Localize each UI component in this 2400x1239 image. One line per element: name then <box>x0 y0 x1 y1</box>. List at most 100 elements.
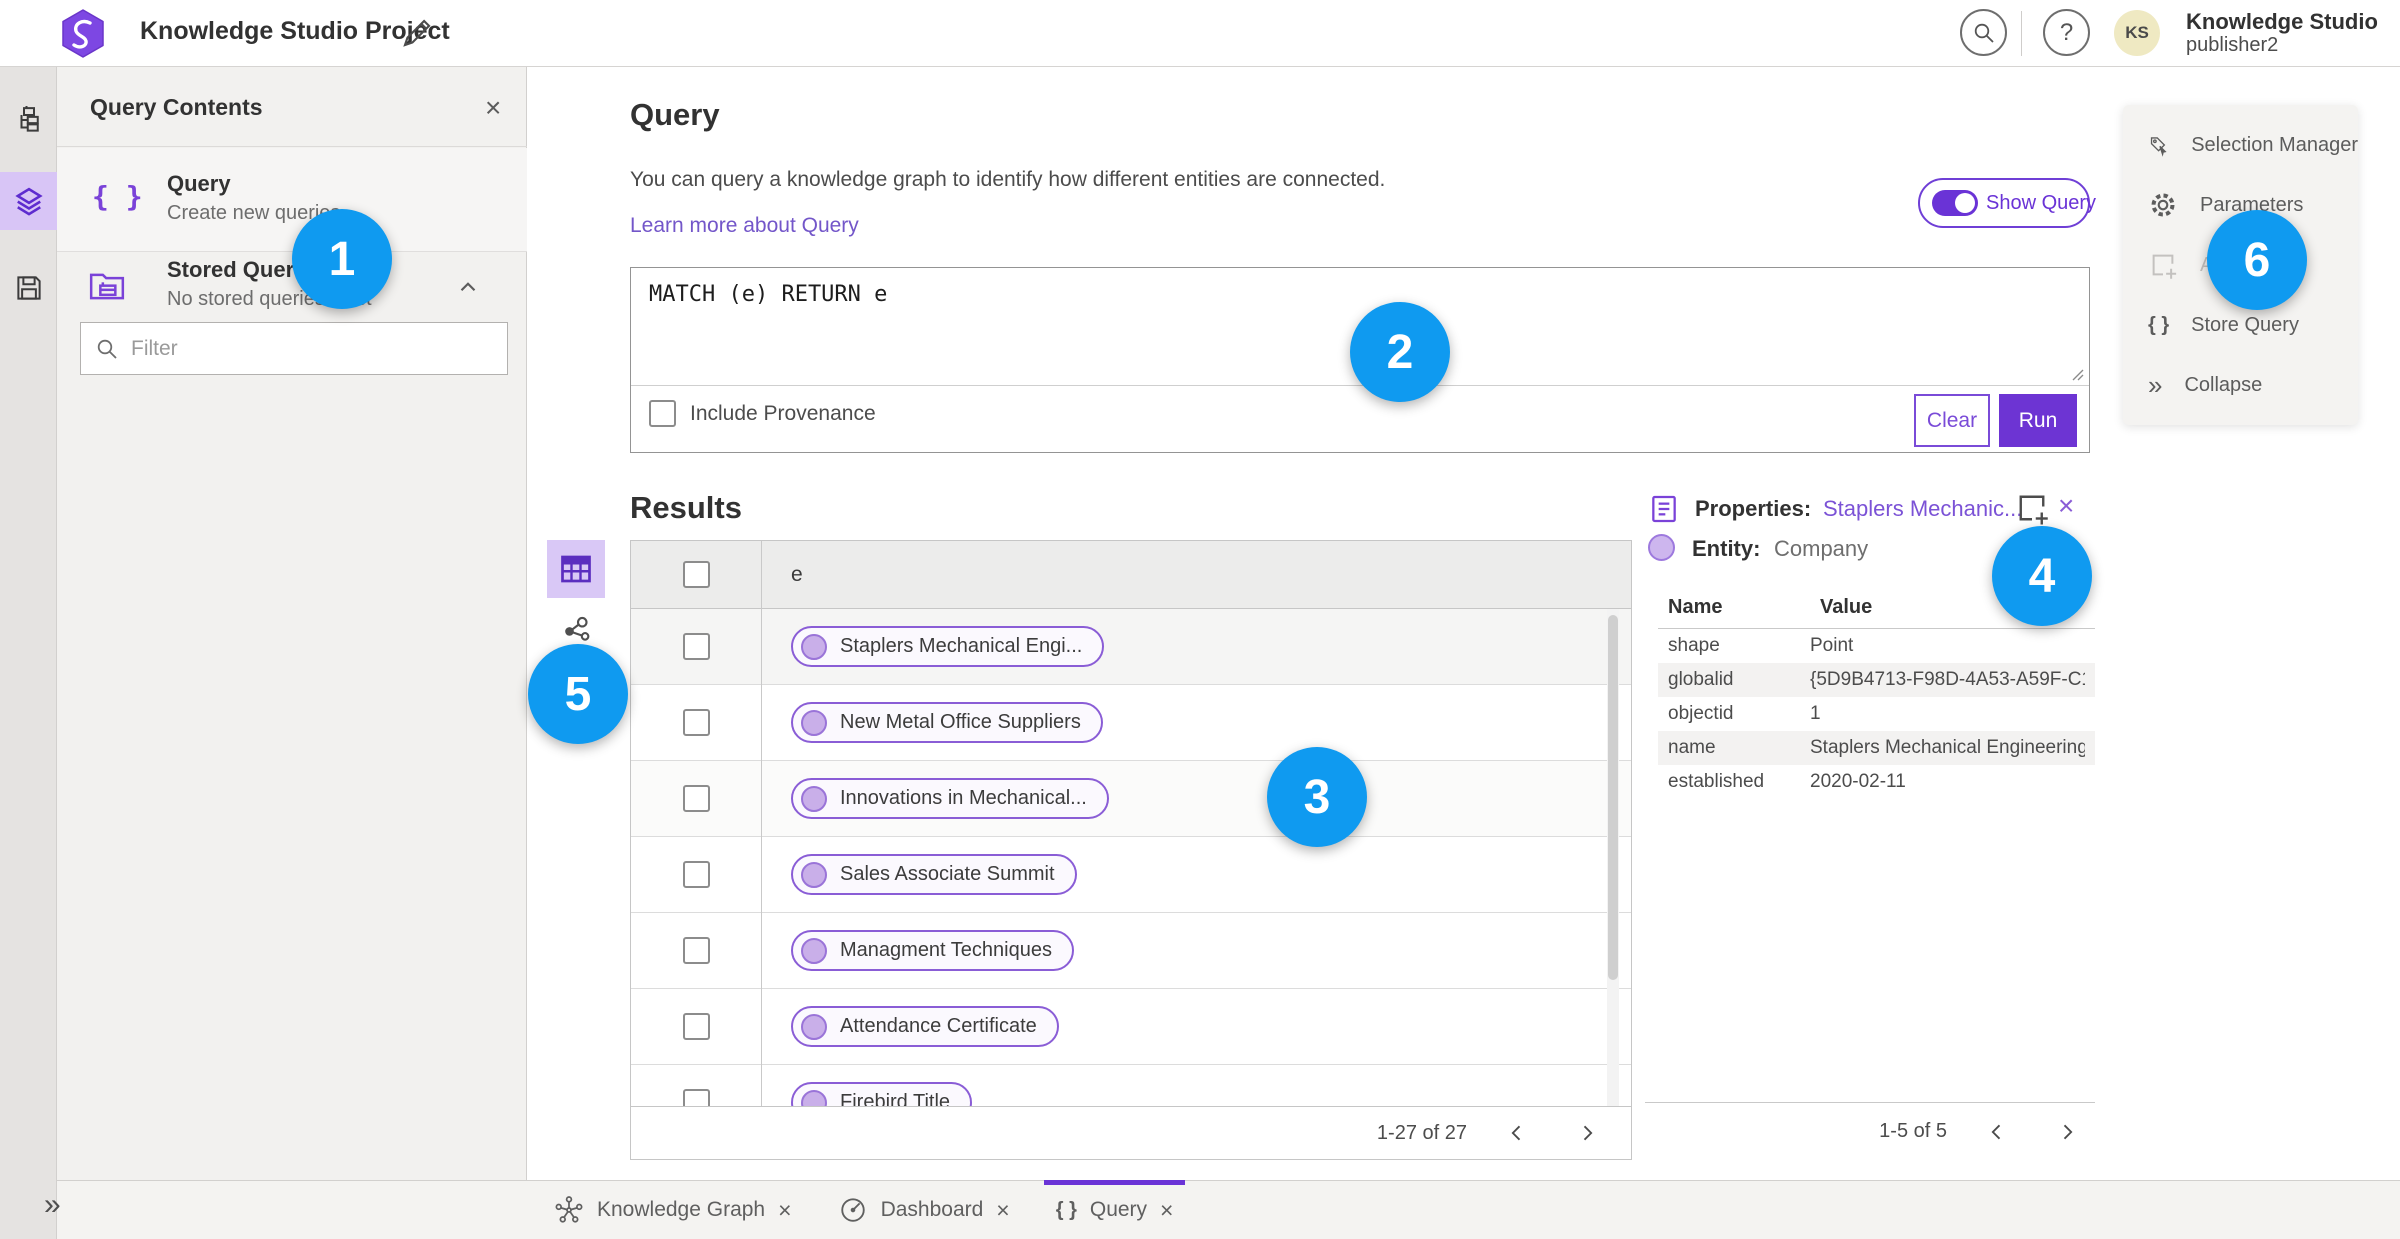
table-row[interactable]: Firebird Title <box>631 1065 1631 1106</box>
help-button[interactable]: ? <box>2043 9 2090 56</box>
property-row: objectid 1 <box>1658 697 2095 731</box>
entity-dot-icon <box>801 709 827 736</box>
tab-close-icon[interactable]: × <box>778 1197 791 1224</box>
avatar-initials: KS <box>2125 23 2149 42</box>
step-badge-1: 1 <box>292 209 392 309</box>
table-row[interactable]: New Metal Office Suppliers <box>631 685 1631 761</box>
panel-close-icon[interactable]: × <box>485 92 501 124</box>
menu-item-selection-manager[interactable]: Selection Manager <box>2123 115 2358 175</box>
tab-close-icon[interactable]: × <box>996 1197 1009 1224</box>
clear-button[interactable]: Clear <box>1914 394 1990 447</box>
include-provenance-checkbox[interactable] <box>649 400 676 427</box>
entity-pill[interactable]: Sales Associate Summit <box>791 854 1077 895</box>
show-query-toggle[interactable]: Show Query <box>1918 178 2096 228</box>
results-pagination-text: 1-27 of 27 <box>1376 1121 1467 1144</box>
left-rail <box>0 67 57 1239</box>
property-row: name Staplers Mechanical Engineering <box>1658 731 2095 765</box>
tab-label: Dashboard <box>880 1198 984 1221</box>
row-checkbox[interactable] <box>682 861 710 888</box>
stored-queries-folder-icon <box>89 273 125 300</box>
rail-item-data-model[interactable] <box>0 92 57 148</box>
resize-handle[interactable] <box>2069 366 2085 382</box>
prop-col-name: Name <box>1668 596 1723 618</box>
row-checkbox[interactable] <box>682 633 710 660</box>
table-row[interactable]: Managment Techniques <box>631 913 1631 989</box>
panel-item-stored-queries[interactable]: Stored Queries No stored queries exist <box>57 257 527 320</box>
entity-pill[interactable]: New Metal Office Suppliers <box>791 702 1103 743</box>
add-to-new-icon <box>2152 254 2177 279</box>
table-row[interactable]: Innovations in Mechanical... <box>631 761 1631 837</box>
learn-more-link[interactable]: Learn more about Query <box>630 214 859 238</box>
properties-entity-link[interactable]: Staplers Mechanic... <box>1823 496 2022 522</box>
next-page-button[interactable] <box>1567 1113 1607 1153</box>
tab-dashboard[interactable]: Dashboard × <box>826 1181 1022 1239</box>
query-item-label: Query <box>167 171 231 196</box>
select-all-checkbox[interactable] <box>682 561 710 588</box>
entity-dot-icon <box>801 633 827 660</box>
entity-pill[interactable]: Attendance Certificate <box>791 1006 1059 1047</box>
menu-item-collapse[interactable]: » Collapse <box>2123 355 2358 415</box>
bottom-tab-bar: Knowledge Graph × Dashboard × { } Query … <box>57 1180 2400 1239</box>
rail-item-save[interactable] <box>0 260 57 316</box>
row-checkbox[interactable] <box>682 1089 710 1106</box>
results-table-header: e <box>631 541 1631 609</box>
tab-query[interactable]: { } Query × <box>1043 1180 1186 1239</box>
step-badge-3: 3 <box>1267 747 1367 847</box>
panel-header: Query Contents × <box>57 67 527 147</box>
run-button[interactable]: Run <box>1999 394 2077 447</box>
include-provenance-control[interactable]: Include Provenance <box>649 400 876 427</box>
property-row: shape Point <box>1658 629 2095 663</box>
row-checkbox[interactable] <box>682 1013 710 1040</box>
app-logo-icon <box>60 9 106 58</box>
braces-icon: { } <box>1055 1198 1077 1221</box>
step-badge-6: 6 <box>2207 210 2307 310</box>
rail-item-layers[interactable] <box>0 172 57 230</box>
properties-close-icon[interactable]: × <box>2058 490 2074 522</box>
prop-next-page-button[interactable] <box>2047 1112 2087 1152</box>
search-button[interactable] <box>1960 9 2007 56</box>
search-icon <box>1974 23 1994 43</box>
panel-item-query[interactable]: { } Query Create new queries <box>57 148 527 252</box>
knowledge-graph-icon <box>555 1196 583 1223</box>
avatar[interactable]: KS <box>2114 10 2160 56</box>
top-bar: Knowledge Studio Project ? KS Knowledge … <box>0 0 2400 67</box>
table-row[interactable]: Sales Associate Summit <box>631 837 1631 913</box>
entity-dot-icon <box>801 861 827 888</box>
show-query-label: Show Query <box>1986 191 2097 214</box>
entity-pill[interactable]: Staplers Mechanical Engi... <box>791 626 1105 667</box>
chevron-up-icon[interactable] <box>455 274 481 300</box>
help-icon: ? <box>2059 18 2074 46</box>
table-scrollbar[interactable] <box>1607 609 1619 1106</box>
table-view-button[interactable] <box>547 540 605 598</box>
dashboard-gauge-icon <box>840 1198 865 1222</box>
entity-dot-icon <box>801 1089 827 1106</box>
row-checkbox[interactable] <box>682 937 710 964</box>
table-row[interactable]: Attendance Certificate <box>631 989 1631 1065</box>
prop-prev-page-button[interactable] <box>1977 1112 2017 1152</box>
results-table: e Staplers Mechanical Engi... New Metal … <box>630 540 1632 1160</box>
entity-pill[interactable]: Managment Techniques <box>791 930 1074 971</box>
row-checkbox[interactable] <box>682 709 710 736</box>
edit-title-pencil-icon[interactable] <box>400 16 434 50</box>
expand-panel-chevrons[interactable]: » <box>44 1188 61 1222</box>
prop-value: {5D9B4713-F98D-4A53-A59F-C11... <box>1810 669 2085 690</box>
stored-queries-filter[interactable]: Filter <box>80 322 508 375</box>
scrollbar-thumb[interactable] <box>1608 615 1618 980</box>
add-to-new-icon[interactable] <box>2014 490 2050 526</box>
product-name: Knowledge Studio <box>2186 9 2378 34</box>
prev-page-button[interactable] <box>1497 1113 1537 1153</box>
entity-dot-icon <box>801 785 827 812</box>
entity-dot-icon <box>801 1013 827 1040</box>
table-row[interactable]: Staplers Mechanical Engi... <box>631 609 1631 685</box>
entity-pill[interactable]: Innovations in Mechanical... <box>791 778 1109 819</box>
chevron-right-icon <box>2063 1124 2073 1139</box>
prop-name: globalid <box>1668 669 1734 690</box>
step-badge-5: 5 <box>528 644 628 744</box>
tab-knowledge-graph[interactable]: Knowledge Graph × <box>542 1181 804 1239</box>
entity-pill[interactable]: Firebird Title <box>791 1082 973 1106</box>
user-block[interactable]: Knowledge Studio publisher2 <box>2186 9 2378 57</box>
row-checkbox[interactable] <box>682 785 710 812</box>
tab-close-icon[interactable]: × <box>1160 1197 1173 1224</box>
table-icon <box>561 555 591 583</box>
entity-pill-label: Managment Techniques <box>840 939 1052 961</box>
